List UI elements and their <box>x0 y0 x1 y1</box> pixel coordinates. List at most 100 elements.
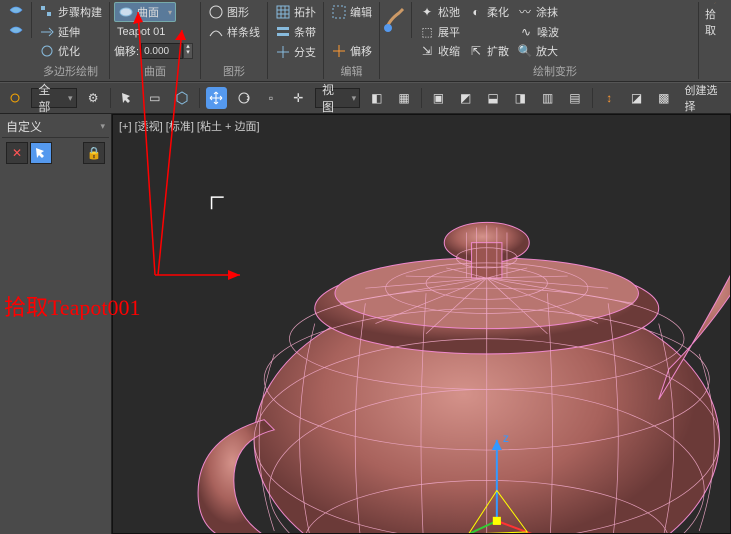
move-tool-icon[interactable] <box>206 87 227 109</box>
view-combo[interactable]: 视图 <box>315 88 360 108</box>
surface-icon <box>118 4 134 20</box>
extend-button[interactable]: 延伸 <box>36 23 83 41</box>
expand-icon: ⬚ <box>419 24 435 40</box>
noise-button[interactable]: ∿噪波 <box>515 23 562 41</box>
object-name: Teapot 01 <box>117 26 165 38</box>
soften-button[interactable]: ◐柔化 <box>465 3 512 21</box>
group-surface: 曲面▾ Teapot 01 偏移: ▴▾ 曲面 <box>110 2 201 79</box>
close-icon[interactable]: ✕ <box>6 142 28 164</box>
viewport-label[interactable]: [+] [透视] [标准] [粘土 + 边面] <box>119 118 260 134</box>
soften-icon: ◐ <box>468 4 484 20</box>
grid-icon <box>275 4 291 20</box>
separator <box>592 88 593 108</box>
tool-icon[interactable]: ▣ <box>428 87 449 109</box>
group-edit: 编辑 偏移 编辑 <box>324 2 380 79</box>
poly-draw-big-icon[interactable] <box>0 2 32 38</box>
group-topology: 拓扑 条带 分支 <box>268 2 324 79</box>
zoom-button[interactable]: 🔍放大 <box>514 42 561 60</box>
enlarge-icon: ⇱ <box>468 43 484 59</box>
optimize-label: 优化 <box>58 43 80 59</box>
tool-icon[interactable]: ▩ <box>653 87 674 109</box>
zoom-icon: 🔍 <box>517 43 533 59</box>
optimize-button[interactable]: 优化 <box>36 42 83 60</box>
main-toolbar: 全部 ⚙ ▭ ▫ ✛ 视图 ◧ ▦ ▣ ◩ ⬓ ◨ ▥ ▤ ↕ ◪ ▩ 创建选择 <box>0 82 731 114</box>
snap-icon[interactable]: ✛ <box>288 87 309 109</box>
step-build-label: 步骤构建 <box>58 4 102 20</box>
divide-icon <box>275 44 291 60</box>
annotation-text: 拾取Teapot001 <box>4 290 141 322</box>
scale-tool-icon[interactable]: ▫ <box>260 87 281 109</box>
splines-button[interactable]: 样条线 <box>205 23 263 41</box>
circle-icon <box>208 4 224 20</box>
relax-button[interactable]: ✦松弛 <box>416 3 463 21</box>
pick-big-button[interactable]: 拾取 <box>699 2 731 38</box>
offset-spinner[interactable]: ▴▾ <box>141 43 193 59</box>
axis-icon[interactable]: ↕ <box>599 87 620 109</box>
surface-label: 曲面 <box>137 4 159 20</box>
link-icon[interactable] <box>4 87 25 109</box>
tool-icon[interactable]: ◧ <box>366 87 387 109</box>
separator <box>199 88 200 108</box>
lock-icon[interactable]: 🔒 <box>83 142 105 164</box>
object-picker[interactable]: Teapot 01 <box>114 25 196 39</box>
side-panel-header: 自定义 ▾ <box>2 116 109 138</box>
extend-icon <box>39 24 55 40</box>
group-poly-draw: 步骤构建 延伸 优化 多边形绘制 <box>32 2 110 79</box>
filter-combo[interactable]: 全部 <box>31 88 76 108</box>
optimize-icon <box>39 43 55 59</box>
relax-icon: ✦ <box>419 4 435 20</box>
side-panel: 自定义 ▾ ✕ 🔒 <box>0 114 112 534</box>
noise-icon: ∿ <box>518 24 534 40</box>
tool-icon[interactable]: ◨ <box>510 87 531 109</box>
edit-button[interactable]: 编辑 <box>328 3 375 21</box>
create-select-label[interactable]: 创建选择 <box>685 82 727 114</box>
tool-icon[interactable]: ⚙ <box>83 87 104 109</box>
extend-label: 延伸 <box>58 24 80 40</box>
tool-icon[interactable]: ◩ <box>455 87 476 109</box>
group-title: 图形 <box>205 63 263 79</box>
smear-button[interactable]: 〰涂抹 <box>514 3 561 21</box>
step-build-button[interactable]: 步骤构建 <box>36 3 105 21</box>
strips-icon <box>275 24 291 40</box>
group-title: 多边形绘制 <box>36 63 105 79</box>
tool-icon[interactable]: ▦ <box>393 87 414 109</box>
strips-button[interactable]: 条带 <box>272 23 319 41</box>
move-button[interactable]: 偏移 <box>328 42 375 60</box>
tool-icon[interactable]: ▤ <box>564 87 585 109</box>
brush-big-icon[interactable] <box>380 2 412 38</box>
pick-label: 拾取 <box>705 6 725 38</box>
offset-input[interactable] <box>141 43 183 59</box>
rotate-tool-icon[interactable] <box>233 87 254 109</box>
offset-label: 偏移: <box>114 43 139 59</box>
gizmo-z: z <box>503 431 509 445</box>
expand-button[interactable]: ⬚展平 <box>416 23 463 41</box>
cursor-icon[interactable] <box>117 87 138 109</box>
select-rect-icon[interactable]: ▭ <box>144 87 165 109</box>
enlarge-button[interactable]: ⇱扩散 <box>465 42 512 60</box>
group-title: 曲面 <box>114 63 196 79</box>
tool-icon[interactable]: ⬓ <box>482 87 503 109</box>
spinner-arrows[interactable]: ▴▾ <box>183 43 193 59</box>
move-icon <box>331 43 347 59</box>
cursor-tool-icon[interactable] <box>30 142 52 164</box>
chevron-down-icon[interactable]: ▾ <box>100 121 105 132</box>
group-shapes: 图形 样条线 图形 <box>201 2 268 79</box>
topology-button[interactable]: 拓扑 <box>272 3 319 21</box>
cube-icon[interactable] <box>171 87 192 109</box>
separator <box>421 88 422 108</box>
tool-icon[interactable]: ◪ <box>626 87 647 109</box>
select-icon <box>331 4 347 20</box>
tool-icon[interactable]: ▥ <box>537 87 558 109</box>
side-title-text: 自定义 <box>6 118 42 135</box>
separator <box>110 88 111 108</box>
teapot-mesh[interactable]: z x y <box>163 145 731 534</box>
shrink-button[interactable]: ⇲收缩 <box>416 42 463 60</box>
step-build-icon <box>39 4 55 20</box>
shapes-button[interactable]: 图形 <box>205 3 252 21</box>
surface-button[interactable]: 曲面▾ <box>114 2 176 22</box>
spline-icon <box>208 24 224 40</box>
group-deform: ✦松弛 ◐柔化 〰涂抹 ⬚展平 ∿噪波 ⇲收缩 ⇱扩散 🔍放大 绘制变形 <box>412 2 699 79</box>
divide-button[interactable]: 分支 <box>272 43 319 61</box>
viewport[interactable]: [+] [透视] [标准] [粘土 + 边面] <box>112 114 731 534</box>
ribbon: 步骤构建 延伸 优化 多边形绘制 曲面▾ Teapot 01 偏移: ▴▾ 曲面… <box>0 0 731 82</box>
